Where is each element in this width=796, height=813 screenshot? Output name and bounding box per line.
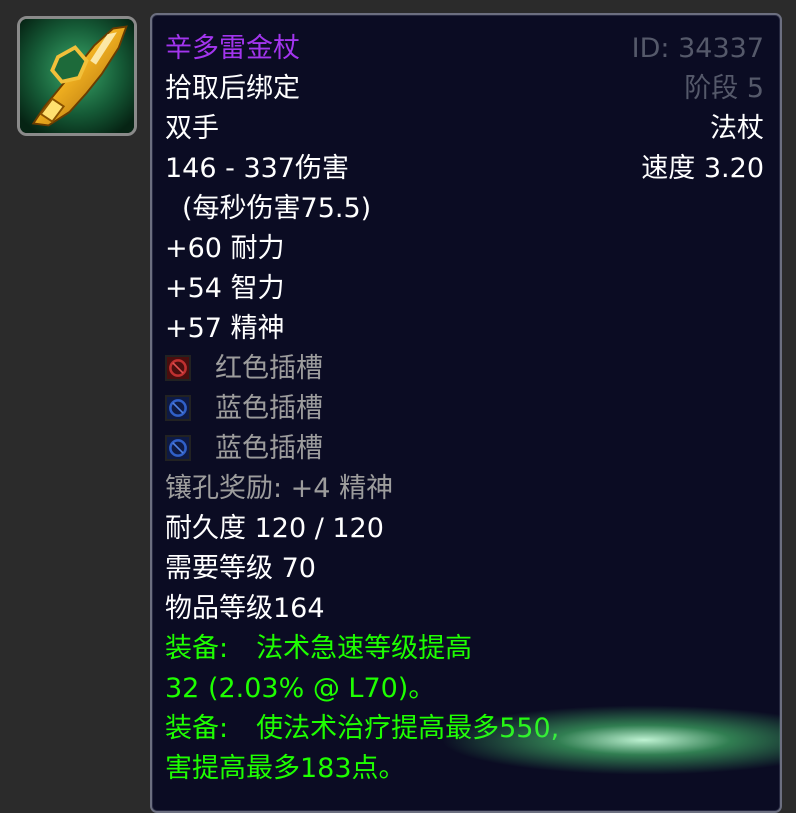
item-tooltip: 辛多雷金杖 ID: 34337 拾取后绑定 阶段 5 双手 法杖 146 - 3… bbox=[150, 13, 782, 813]
stat-intellect: +54 智力 bbox=[165, 273, 285, 304]
socket-label: 蓝色插槽 bbox=[215, 433, 323, 464]
required-level: 需要等级 70 bbox=[165, 553, 316, 584]
stat-spirit: +57 精神 bbox=[165, 313, 285, 344]
equip-effect-healing-continued: 害提高最多183点。 bbox=[165, 753, 406, 784]
damage-row: 146 - 337伤害 速度 3.20 bbox=[165, 152, 764, 186]
golden-staff-icon bbox=[20, 19, 134, 133]
equip-effect-haste-value: 32 (2.03% @ L70)。 bbox=[165, 673, 436, 704]
red-socket-icon bbox=[165, 355, 191, 381]
item-id: ID: 34337 bbox=[631, 33, 764, 64]
equip-text: 使法术治疗提高最多550, bbox=[256, 713, 560, 744]
item-type: 法杖 bbox=[710, 113, 764, 144]
item-slot: 双手 bbox=[165, 113, 219, 144]
equip-text: 法术急速等级提高 bbox=[256, 633, 473, 664]
stat-stamina: +60 耐力 bbox=[165, 233, 285, 264]
equip-effect-haste: 装备: 法术急速等级提高 bbox=[165, 632, 764, 666]
item-level: 物品等级164 bbox=[165, 593, 325, 624]
socket-blue-row: 蓝色插槽 bbox=[165, 432, 764, 466]
bind-type: 拾取后绑定 bbox=[165, 73, 300, 104]
socket-red-row: 红色插槽 bbox=[165, 352, 764, 386]
bind-row: 拾取后绑定 阶段 5 bbox=[165, 72, 764, 106]
item-name-row: 辛多雷金杖 ID: 34337 bbox=[165, 32, 764, 66]
durability: 耐久度 120 / 120 bbox=[165, 513, 384, 544]
socket-blue-row: 蓝色插槽 bbox=[165, 392, 764, 426]
socket-bonus: 镶孔奖励: +4 精神 bbox=[165, 473, 394, 504]
item-dps: (每秒伤害75.5) bbox=[182, 193, 372, 224]
blue-socket-icon bbox=[165, 435, 191, 461]
item-phase: 阶段 5 bbox=[684, 73, 764, 104]
item-speed: 速度 3.20 bbox=[641, 153, 764, 184]
equip-prefix: 装备: bbox=[165, 633, 229, 664]
item-icon bbox=[17, 16, 137, 136]
item-name: 辛多雷金杖 bbox=[165, 33, 300, 64]
socket-label: 蓝色插槽 bbox=[215, 393, 323, 424]
item-damage: 146 - 337伤害 bbox=[165, 153, 349, 184]
equip-prefix: 装备: bbox=[165, 713, 229, 744]
slot-row: 双手 法杖 bbox=[165, 112, 764, 146]
blue-socket-icon bbox=[165, 395, 191, 421]
socket-label: 红色插槽 bbox=[215, 353, 323, 384]
equip-effect-healing: 装备: 使法术治疗提高最多550, bbox=[165, 712, 764, 746]
